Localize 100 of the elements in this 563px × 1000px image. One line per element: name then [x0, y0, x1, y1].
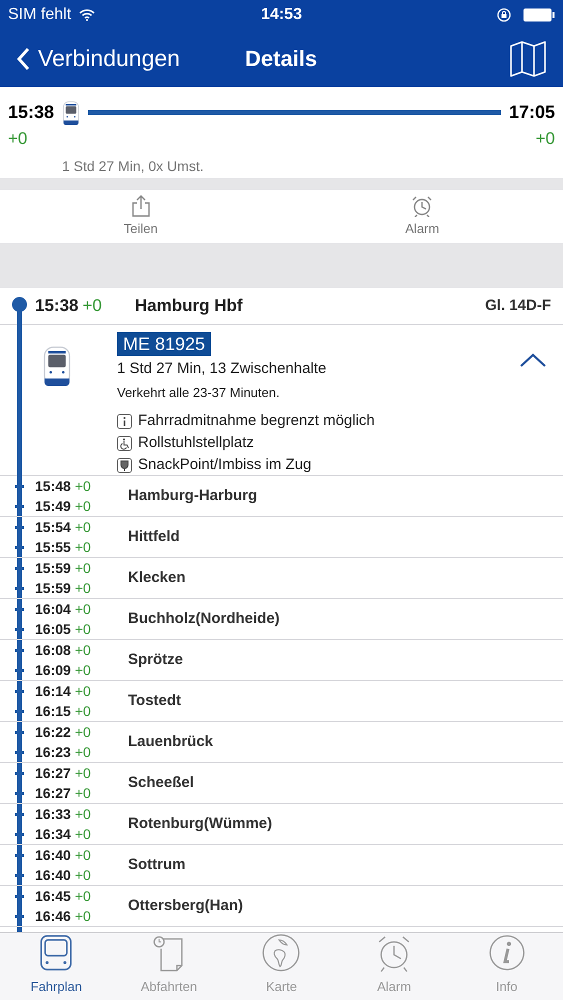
arrival-time: 17:05 — [508, 101, 555, 124]
delay-text: +0 — [74, 579, 91, 598]
battery-icon — [523, 8, 555, 22]
stop-tick — [15, 485, 24, 488]
delay-text: +0 — [74, 620, 91, 639]
stop-tick — [15, 587, 24, 590]
page-title: Details — [245, 45, 318, 73]
station-name: Buchholz(Nordheide) — [128, 608, 280, 629]
delay-text: +0 — [74, 497, 91, 516]
delay-text: +0 — [74, 723, 91, 742]
delay-text: +0 — [74, 866, 91, 885]
info-icon — [486, 933, 527, 972]
delay-text: +0 — [536, 128, 555, 150]
station-name: Scheeßel — [128, 772, 194, 793]
stop-tick — [15, 505, 24, 508]
stop-time: 16:22 — [35, 723, 71, 742]
stop-time: 16:15 — [35, 702, 71, 721]
delay-text: +0 — [74, 518, 91, 537]
stop-time: 15:48 — [35, 477, 71, 496]
delay-text: +0 — [74, 538, 91, 557]
rotation-lock-icon — [497, 8, 511, 22]
back-button[interactable]: Verbindungen — [16, 41, 180, 76]
delay-text: +0 — [74, 641, 91, 660]
stop-time: 16:40 — [35, 866, 71, 885]
station-name: Hamburg-Harburg — [128, 486, 258, 506]
train-icon — [62, 100, 80, 124]
action-button[interactable]: Alarm — [282, 190, 563, 243]
stop-tick — [15, 731, 24, 734]
stop-tick — [15, 669, 24, 672]
stop-tick — [15, 649, 24, 652]
stop-time: 15:49 — [35, 497, 71, 516]
delay-text: +0 — [74, 784, 91, 803]
tab-item[interactable]: Info — [450, 933, 563, 1000]
delay-text: +0 — [74, 661, 91, 680]
stop-time: 16:23 — [35, 743, 71, 762]
tab-item[interactable]: Karte — [225, 933, 338, 1000]
delay-text: +0 — [74, 907, 91, 926]
stop-time: 16:09 — [35, 661, 71, 680]
delay-text: +0 — [74, 702, 91, 721]
stop-tick — [15, 690, 24, 693]
stop-time: 16:40 — [35, 846, 71, 865]
stop-tick — [15, 813, 24, 816]
delay-text: +0 — [74, 477, 91, 496]
stop-time: 16:46 — [35, 907, 71, 926]
trip-info: 1 Std 27 Min, 0x Umst. — [61, 156, 205, 176]
stop-time: 15:59 — [35, 559, 71, 578]
delay-text: +0 — [74, 559, 91, 578]
stop-time: 16:34 — [35, 825, 71, 844]
chevron-left-icon — [16, 46, 30, 70]
stop-tick — [15, 854, 24, 857]
cup-icon — [117, 458, 132, 472]
stop-time: 15:55 — [35, 538, 71, 557]
train-icon — [42, 346, 72, 386]
collapse-toggle[interactable] — [519, 352, 547, 368]
departure-time: 15:38 — [8, 101, 54, 124]
stop-time: 16:45 — [35, 887, 71, 906]
globe-icon — [261, 933, 302, 972]
stop-tick — [15, 833, 24, 836]
delay-text: +0 — [8, 128, 28, 150]
stop-tick — [15, 874, 24, 877]
delay-text: +0 — [74, 682, 91, 701]
stop-time: 15:54 — [35, 518, 71, 537]
delay-text: +0 — [82, 295, 102, 318]
info-icon — [117, 414, 132, 428]
tab-item[interactable]: Abfahrten — [112, 933, 226, 1000]
stop-time: 16:27 — [35, 784, 71, 803]
stop-tick — [15, 526, 24, 529]
station-name: Hamburg Hbf — [134, 295, 243, 318]
stop-time: 16:08 — [35, 641, 71, 660]
wheelchair-icon — [117, 436, 132, 450]
stop-tick — [15, 608, 24, 611]
stop-tick — [15, 792, 24, 795]
wifi-icon — [79, 9, 96, 21]
stop-tick — [15, 895, 24, 898]
stop-time: 16:27 — [35, 764, 71, 783]
stop-time: 16:14 — [35, 682, 71, 701]
stop-time: 15:59 — [35, 579, 71, 598]
station-name: Rotenburg(Wümme) — [128, 814, 272, 834]
stop-tick — [15, 710, 24, 713]
note-text: SnackPoint/Imbiss im Zug — [138, 454, 312, 475]
clock-text: 14:53 — [261, 5, 302, 25]
action-button[interactable]: Teilen — [0, 190, 282, 243]
delay-text: +0 — [74, 805, 91, 824]
map-icon[interactable] — [509, 40, 547, 78]
platform-text: Gl. 14D-F — [485, 296, 551, 316]
stop-tick — [15, 546, 24, 549]
station-name: Ottersberg(Han) — [128, 896, 244, 916]
stop-time: 16:04 — [35, 600, 71, 619]
stop-tick — [15, 628, 24, 631]
departure-time: 15:38 — [35, 295, 78, 318]
station-name: Hittfeld — [128, 526, 180, 547]
station-name: Klecken — [128, 568, 186, 588]
stop-tick — [15, 751, 24, 754]
note-text: Rollstuhlstellplatz — [138, 432, 254, 453]
train-badge: ME 81925 — [117, 332, 212, 356]
delay-text: +0 — [74, 846, 91, 865]
tab-item[interactable]: Alarm — [338, 933, 450, 1000]
tab-item[interactable]: Fahrplan — [0, 933, 113, 1000]
delay-text: +0 — [74, 743, 91, 762]
delay-text: +0 — [74, 887, 91, 906]
